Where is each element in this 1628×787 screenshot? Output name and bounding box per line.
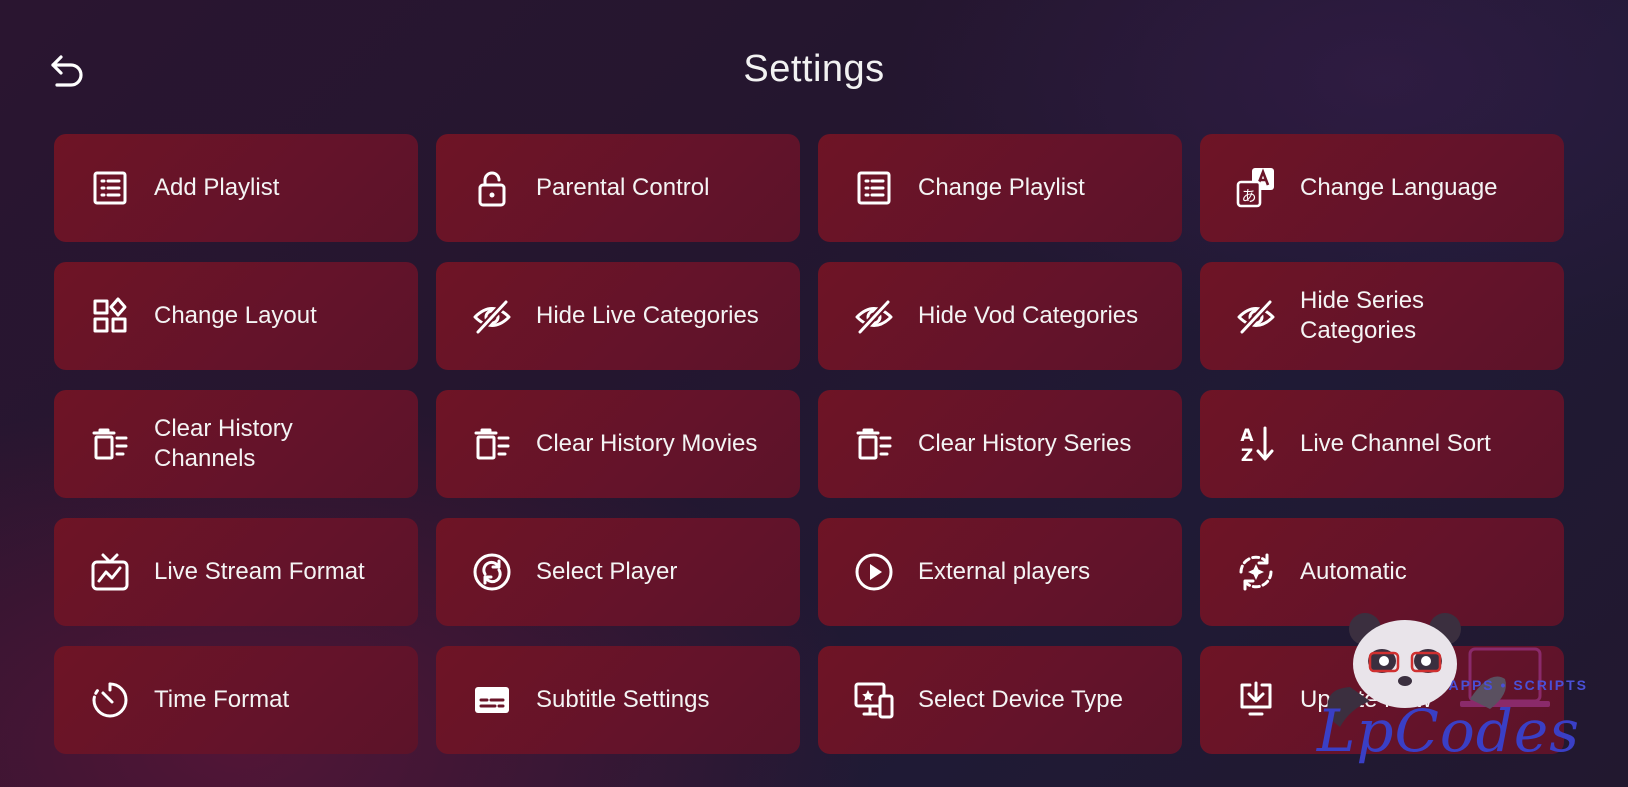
settings-tile-label: Hide Series Categories bbox=[1300, 287, 1425, 344]
settings-tile-label: Select Player bbox=[536, 558, 678, 585]
clear-history-icon bbox=[88, 422, 132, 466]
timer-icon bbox=[88, 678, 132, 722]
download-icon bbox=[1234, 678, 1278, 722]
svg-text:A: A bbox=[1240, 426, 1254, 446]
sort-az-icon: AZ bbox=[1234, 422, 1278, 466]
translate-icon: あ bbox=[1234, 166, 1278, 210]
settings-grid: Add Playlist Parental Control Change Playl… bbox=[54, 134, 1564, 754]
settings-tile-label: External players bbox=[918, 558, 1091, 585]
settings-tile-live-channel-sort[interactable]: A Z Live Channel Sort bbox=[1200, 390, 1564, 498]
settings-tile-change-layout[interactable]: Change Layout bbox=[54, 262, 418, 370]
settings-tile-select-device-type[interactable]: Select Device Type bbox=[818, 646, 1182, 754]
settings-tile-label: Change Language bbox=[1300, 174, 1498, 201]
settings-tile-label: Live Stream Format bbox=[154, 558, 365, 585]
svg-text:Z: Z bbox=[1241, 446, 1253, 466]
settings-tile-parental-control[interactable]: Parental Control bbox=[436, 134, 800, 242]
eye-off-icon bbox=[470, 294, 514, 338]
tv-icon bbox=[88, 550, 132, 594]
settings-tile-select-player[interactable]: Select Player bbox=[436, 518, 800, 626]
settings-tile-subtitle-settings[interactable]: Subtitle Settings bbox=[436, 646, 800, 754]
settings-tile-label: Time Format bbox=[154, 686, 290, 713]
subtitles-icon bbox=[470, 678, 514, 722]
settings-tile-hide-live-categories[interactable]: Hide Live Categories bbox=[436, 262, 800, 370]
settings-tile-hide-vod-categories[interactable]: Hide Vod Categories bbox=[818, 262, 1182, 370]
settings-tile-label: Add Playlist bbox=[154, 174, 280, 201]
settings-tile-clear-history-series[interactable]: Clear History Series bbox=[818, 390, 1182, 498]
settings-tile-label: Hide Live Categories bbox=[536, 302, 759, 329]
lock-icon bbox=[470, 166, 514, 210]
settings-tile-label: Live Channel Sort bbox=[1300, 430, 1491, 457]
layout-icon bbox=[88, 294, 132, 338]
eye-off-icon bbox=[1234, 294, 1278, 338]
settings-tile-update-now[interactable]: Update Now bbox=[1200, 646, 1564, 754]
devices-icon bbox=[852, 678, 896, 722]
auto-refresh-icon bbox=[1234, 550, 1278, 594]
list-icon bbox=[88, 166, 132, 210]
eye-off-icon bbox=[852, 294, 896, 338]
settings-tile-label: Change Playlist bbox=[918, 174, 1085, 201]
settings-tile-label: Clear History Channels bbox=[154, 415, 293, 472]
settings-tile-automatic[interactable]: Automatic bbox=[1200, 518, 1564, 626]
settings-tile-label: Change Layout bbox=[154, 302, 317, 329]
settings-tile-change-playlist[interactable]: Change Playlist bbox=[818, 134, 1182, 242]
settings-tile-clear-history-movies[interactable]: Clear History Movies bbox=[436, 390, 800, 498]
settings-tile-label: Parental Control bbox=[536, 174, 710, 201]
settings-tile-label: Clear History Movies bbox=[536, 430, 758, 457]
settings-tile-time-format[interactable]: Time Format bbox=[54, 646, 418, 754]
settings-tile-label: Subtitle Settings bbox=[536, 686, 710, 713]
settings-tile-label: Hide Vod Categories bbox=[918, 302, 1139, 329]
list-icon bbox=[852, 166, 896, 210]
clear-history-icon bbox=[852, 422, 896, 466]
page-title: Settings bbox=[743, 48, 885, 90]
settings-tile-clear-history-channels[interactable]: Clear History Channels bbox=[54, 390, 418, 498]
settings-tile-label: Automatic bbox=[1300, 558, 1407, 585]
settings-tile-add-playlist[interactable]: Add Playlist bbox=[54, 134, 418, 242]
settings-tile-label: Select Device Type bbox=[918, 686, 1123, 713]
settings-tile-live-stream-format[interactable]: Live Stream Format bbox=[54, 518, 418, 626]
settings-tile-label: Update Now bbox=[1300, 686, 1433, 713]
svg-text:あ: あ bbox=[1241, 187, 1256, 205]
settings-tile-change-language[interactable]: あ Change Language bbox=[1200, 134, 1564, 242]
settings-tile-external-players[interactable]: External players bbox=[818, 518, 1182, 626]
settings-tile-label: Clear History Series bbox=[918, 430, 1132, 457]
clear-history-icon bbox=[470, 422, 514, 466]
settings-tile-hide-series-categories[interactable]: Hide Series Categories bbox=[1200, 262, 1564, 370]
play-circle-icon bbox=[852, 550, 896, 594]
sync-circle-icon bbox=[470, 550, 514, 594]
